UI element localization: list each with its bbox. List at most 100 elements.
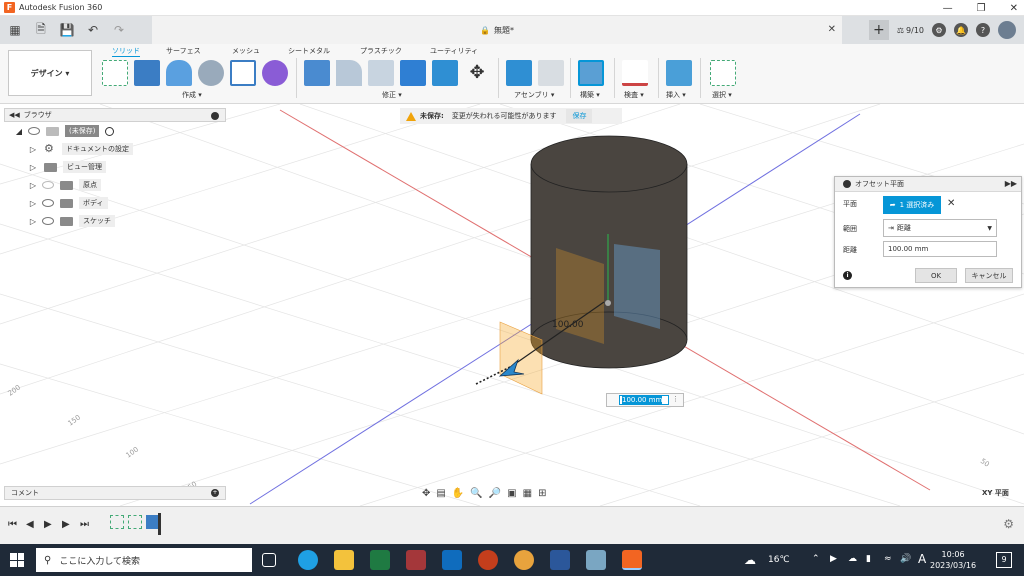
edge-icon[interactable] bbox=[298, 550, 318, 570]
hole-icon[interactable] bbox=[198, 60, 224, 86]
timeline-sketch-icon[interactable] bbox=[128, 515, 142, 529]
distance-manipulator-input[interactable]: 100.00 mm ⋮ bbox=[606, 393, 684, 407]
pan-icon[interactable]: ✋ bbox=[452, 488, 464, 499]
combine-icon[interactable] bbox=[400, 60, 426, 86]
wifi-icon[interactable]: ≈ bbox=[884, 554, 892, 564]
modify-group-label[interactable]: 修正 ▾ bbox=[382, 90, 402, 100]
insert-image-icon[interactable] bbox=[666, 60, 692, 86]
extent-dropdown[interactable]: ⇥ 距離 ▼ bbox=[883, 219, 997, 237]
distance-input[interactable]: 100.00 mm bbox=[883, 241, 997, 257]
security-icon[interactable]: ▶ bbox=[830, 554, 837, 564]
tree-item-document-settings[interactable]: ▷ ⚙ ドキュメントの設定 bbox=[4, 140, 226, 158]
go-to-start-icon[interactable]: ⏮ bbox=[8, 519, 17, 530]
visibility-eye-icon[interactable] bbox=[28, 127, 40, 135]
browser-minimize-icon[interactable] bbox=[211, 112, 219, 120]
notification-center-icon[interactable]: 9 bbox=[996, 552, 1012, 568]
windows-start-icon[interactable] bbox=[10, 553, 24, 567]
battery-icon[interactable]: ▮ bbox=[866, 554, 871, 564]
look-at-icon[interactable]: ▤ bbox=[436, 488, 445, 499]
fillet-icon[interactable] bbox=[336, 60, 362, 86]
weather-icon[interactable]: ☁ bbox=[744, 553, 756, 567]
volume-icon[interactable]: 🔊 bbox=[900, 554, 911, 564]
display-settings-icon[interactable]: ▣ bbox=[507, 488, 516, 499]
distance-manipulator-value[interactable]: 100.00 mm bbox=[622, 396, 663, 404]
cancel-button[interactable]: キャンセル bbox=[965, 268, 1013, 283]
workspace-switcher[interactable]: デザイン ▾ bbox=[8, 50, 92, 96]
tab-sheetmetal[interactable]: シートメタル bbox=[288, 46, 330, 56]
expand-arrow-icon[interactable]: ▷ bbox=[28, 145, 38, 154]
tab-utilities[interactable]: ユーティリティ bbox=[430, 46, 478, 56]
tree-item-sketches[interactable]: ▷ スケッチ bbox=[4, 212, 226, 230]
expand-arrow-icon[interactable]: ▷ bbox=[28, 217, 38, 226]
hidden-eye-icon[interactable] bbox=[42, 181, 54, 189]
more-options-icon[interactable]: ⋮ bbox=[672, 395, 679, 403]
create-group-label[interactable]: 作成 ▾ bbox=[182, 90, 202, 100]
maximize-button[interactable]: ❐ bbox=[977, 3, 986, 14]
visibility-eye-icon[interactable] bbox=[42, 199, 54, 207]
save-button[interactable]: 保存 bbox=[566, 109, 593, 123]
step-forward-icon[interactable]: ▶ bbox=[62, 519, 70, 530]
document-tab[interactable]: 🔒 無題* ✕ bbox=[152, 16, 842, 44]
new-component-icon[interactable] bbox=[506, 60, 532, 86]
select-icon[interactable] bbox=[710, 60, 736, 86]
ok-button[interactable]: OK bbox=[915, 268, 957, 283]
undo-icon[interactable]: ↶ bbox=[84, 21, 102, 39]
tab-surface[interactable]: サーフェス bbox=[166, 46, 201, 56]
excel-icon[interactable] bbox=[370, 550, 390, 570]
pattern-icon[interactable] bbox=[230, 60, 256, 86]
file-menu-icon[interactable]: 🗎 bbox=[32, 21, 50, 39]
collapse-arrow-icon[interactable]: ◢ bbox=[14, 127, 24, 136]
create-sketch-icon[interactable] bbox=[102, 60, 128, 86]
minimize-button[interactable]: — bbox=[943, 3, 953, 14]
visibility-eye-icon[interactable] bbox=[42, 217, 54, 225]
plane-selection-button[interactable]: ➦ 1 選択済み bbox=[883, 196, 941, 214]
dialog-minimize-icon[interactable] bbox=[843, 180, 851, 188]
new-tab-button[interactable]: + bbox=[868, 20, 889, 40]
notifications-icon[interactable]: 🔔 bbox=[954, 23, 968, 37]
move-icon[interactable]: ✥ bbox=[464, 60, 490, 86]
paint-icon[interactable] bbox=[514, 550, 534, 570]
close-tab-icon[interactable]: ✕ bbox=[828, 24, 836, 35]
viewports-icon[interactable]: ⊞ bbox=[538, 488, 546, 499]
dialog-header[interactable]: オフセット平面 ▶▶ bbox=[835, 177, 1021, 192]
expand-arrow-icon[interactable]: ▷ bbox=[28, 163, 38, 172]
assemble-group-label[interactable]: アセンブリ ▾ bbox=[514, 90, 554, 100]
construct-group-label[interactable]: 構築 ▾ bbox=[580, 90, 600, 100]
play-icon[interactable]: ▶ bbox=[44, 519, 52, 530]
expand-arrow-icon[interactable]: ▷ bbox=[28, 181, 38, 190]
measure-icon[interactable] bbox=[622, 60, 648, 86]
redo-icon[interactable]: ↷ bbox=[110, 21, 128, 39]
notes-app-icon[interactable] bbox=[586, 550, 606, 570]
go-to-end-icon[interactable]: ⏭ bbox=[80, 519, 89, 530]
close-window-button[interactable]: ✕ bbox=[1010, 3, 1018, 14]
task-view-icon[interactable] bbox=[262, 553, 276, 567]
access-icon[interactable] bbox=[406, 550, 426, 570]
construct-plane-icon[interactable] bbox=[578, 60, 604, 86]
fit-icon[interactable]: 🔎 bbox=[489, 488, 501, 499]
extensions-icon[interactable]: ⚙ bbox=[932, 23, 946, 37]
tab-solid[interactable]: ソリッド bbox=[112, 46, 140, 57]
zoom-icon[interactable]: 🔍 bbox=[470, 488, 482, 499]
timeline-settings-icon[interactable]: ⚙ bbox=[1003, 517, 1014, 531]
tree-item-origin[interactable]: ▷ 原点 bbox=[4, 176, 226, 194]
timeline-sketch-icon[interactable] bbox=[110, 515, 124, 529]
browser-header[interactable]: ◀◀ ブラウザ bbox=[4, 108, 226, 122]
shell-icon[interactable] bbox=[368, 60, 394, 86]
file-explorer-icon[interactable] bbox=[334, 550, 354, 570]
taskbar-search-box[interactable]: ⚲ ここに入力して検索 bbox=[36, 548, 252, 572]
revolve-icon[interactable] bbox=[166, 60, 192, 86]
tree-item-bodies[interactable]: ▷ ボディ bbox=[4, 194, 226, 212]
cylinder-top[interactable] bbox=[530, 135, 688, 193]
grid-menu-icon[interactable]: ▦ bbox=[6, 21, 24, 39]
insert-group-label[interactable]: 挿入 ▾ bbox=[666, 90, 686, 100]
tab-plastic[interactable]: プラスチック bbox=[360, 46, 402, 56]
info-icon[interactable]: i bbox=[843, 271, 852, 280]
clear-selection-icon[interactable]: ✕ bbox=[947, 198, 955, 209]
taskbar-clock[interactable]: 10:06 2023/03/16 bbox=[930, 549, 976, 571]
timeline-marker[interactable] bbox=[158, 513, 161, 535]
joint-icon[interactable] bbox=[538, 60, 564, 86]
step-back-icon[interactable]: ◀ bbox=[26, 519, 34, 530]
save-icon[interactable]: 💾 bbox=[58, 21, 76, 39]
activate-radio-icon[interactable] bbox=[105, 126, 115, 136]
fusion-taskbar-icon[interactable] bbox=[622, 550, 642, 570]
